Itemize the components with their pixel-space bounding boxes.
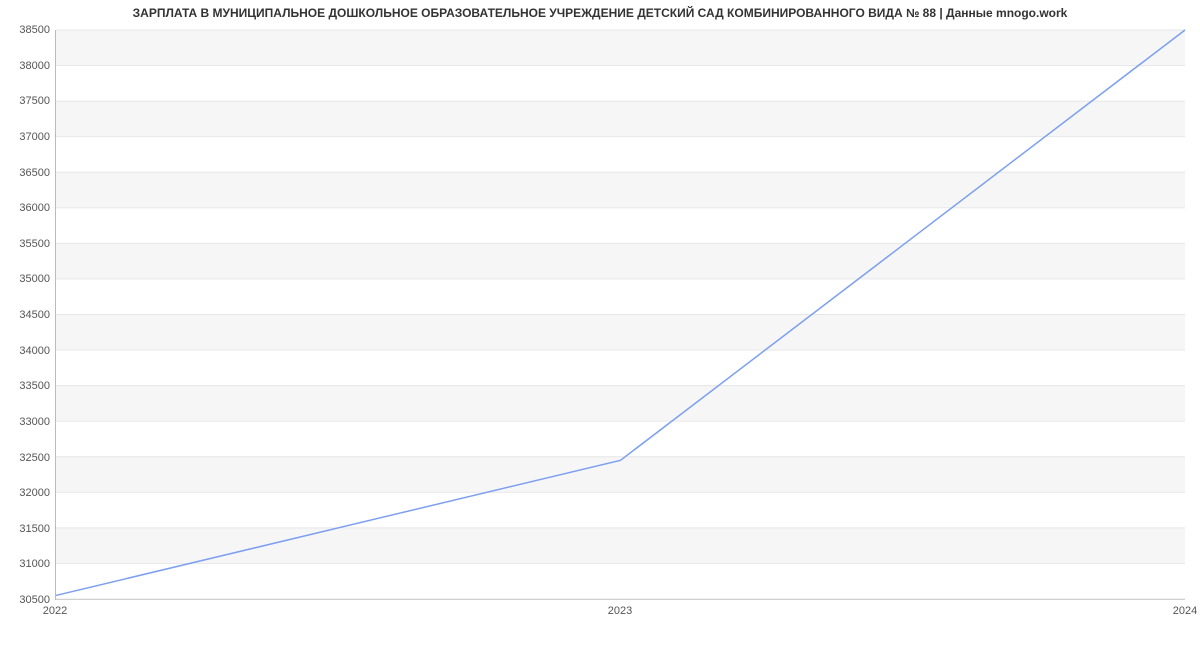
y-tick-label: 34500 xyxy=(4,309,50,321)
y-tick-label: 31000 xyxy=(4,558,50,570)
chart-svg xyxy=(56,30,1185,599)
chart-container: ЗАРПЛАТА В МУНИЦИПАЛЬНОЕ ДОШКОЛЬНОЕ ОБРА… xyxy=(0,0,1200,650)
y-tick-label: 34000 xyxy=(4,345,50,357)
x-tick-label: 2023 xyxy=(608,605,632,617)
y-tick-label: 38000 xyxy=(4,60,50,72)
y-tick-label: 33500 xyxy=(4,380,50,392)
plot-area xyxy=(55,30,1185,600)
y-tick-label: 32000 xyxy=(4,487,50,499)
y-tick-label: 37500 xyxy=(4,95,50,107)
y-tick-label: 35500 xyxy=(4,238,50,250)
chart-title: ЗАРПЛАТА В МУНИЦИПАЛЬНОЕ ДОШКОЛЬНОЕ ОБРА… xyxy=(0,6,1200,20)
y-tick-label: 32500 xyxy=(4,452,50,464)
y-tick-label: 38500 xyxy=(4,24,50,36)
x-tick-label: 2024 xyxy=(1173,605,1197,617)
grid-bands xyxy=(56,30,1185,563)
y-tick-label: 31500 xyxy=(4,523,50,535)
y-tick-label: 35000 xyxy=(4,273,50,285)
y-tick-label: 36500 xyxy=(4,167,50,179)
x-tick-label: 2022 xyxy=(43,605,67,617)
y-tick-label: 36000 xyxy=(4,202,50,214)
y-tick-label: 33000 xyxy=(4,416,50,428)
y-tick-label: 37000 xyxy=(4,131,50,143)
